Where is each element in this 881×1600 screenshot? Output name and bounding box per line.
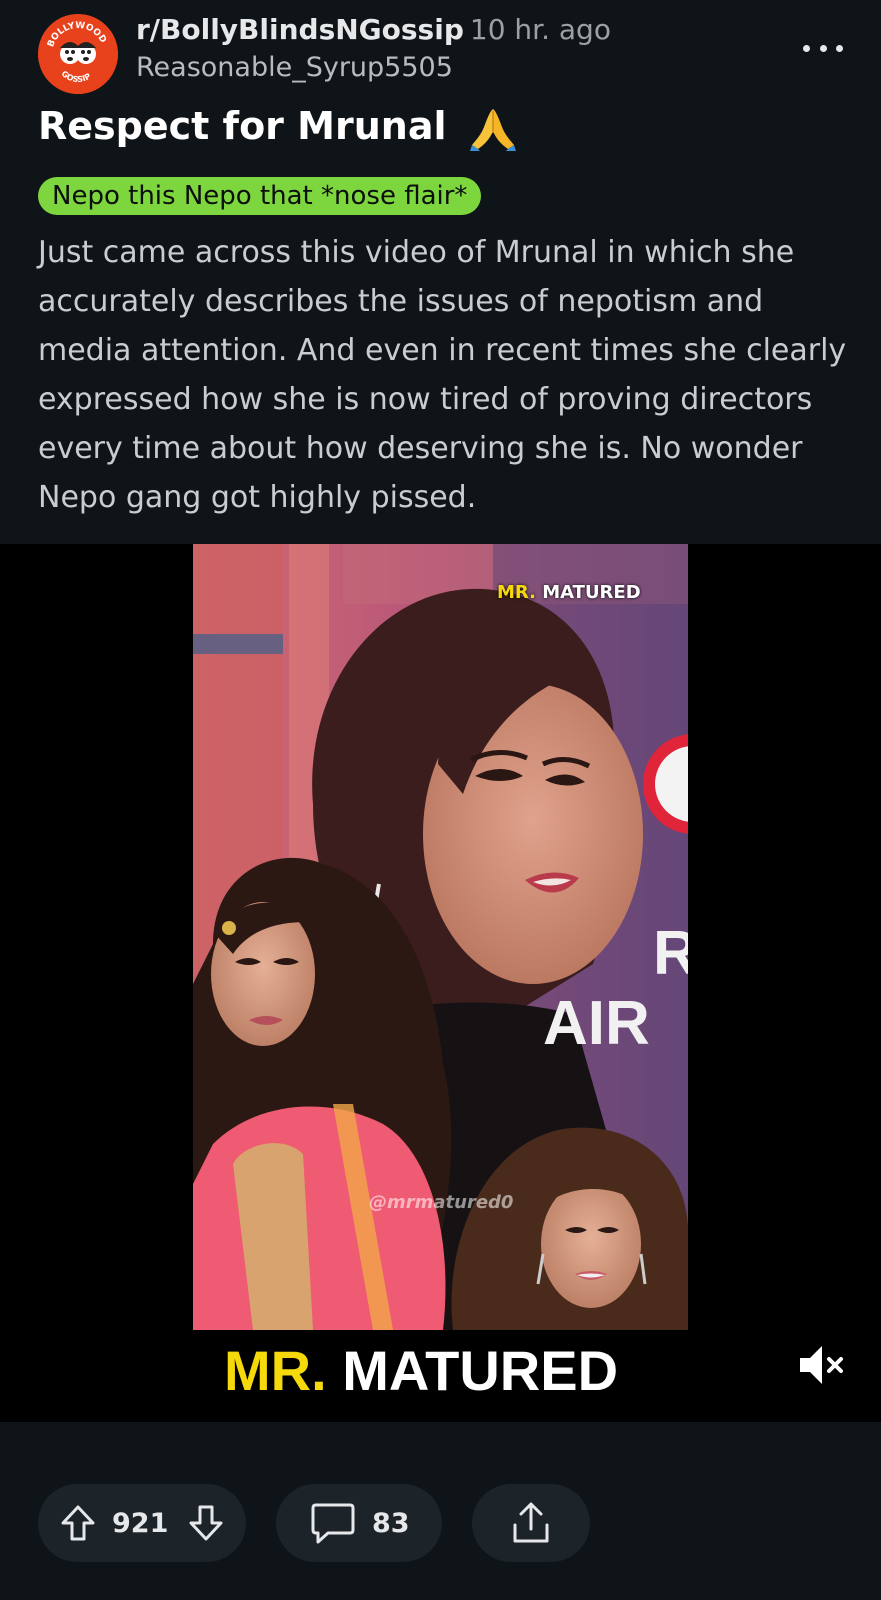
- folded-hands-icon: [469, 108, 516, 151]
- subreddit-logo-icon: BOLLYWOOD GOSSIP: [38, 14, 118, 94]
- subreddit-avatar[interactable]: BOLLYWOOD GOSSIP: [38, 14, 118, 94]
- speaker-muted-icon[interactable]: [796, 1340, 846, 1390]
- author-name[interactable]: Reasonable_Syrup5505: [136, 50, 611, 86]
- video-handle-watermark: @mrmatured0: [369, 1192, 514, 1213]
- video-frame[interactable]: R AIR MR. MATURED @mrmatured0: [193, 544, 688, 1330]
- post-meta: r/BollyBlindsNGossip 10 hr. ago Reasonabl…: [136, 12, 611, 86]
- more-options-button[interactable]: [803, 36, 843, 60]
- overlay-text-r: R: [653, 919, 688, 988]
- post-flair[interactable]: Nepo this Nepo that *nose flair*: [38, 177, 482, 215]
- comments-button[interactable]: 83: [276, 1484, 442, 1562]
- post-title-text: Respect for Mrunal: [38, 104, 447, 148]
- post-title[interactable]: Respect for Mrunal: [38, 100, 516, 152]
- subreddit-name[interactable]: r/BollyBlindsNGossip: [136, 13, 464, 46]
- video-caption: MR. MATURED: [224, 1339, 619, 1402]
- share-icon: [513, 1502, 549, 1543]
- vote-count: 921: [112, 1507, 169, 1539]
- share-button[interactable]: [472, 1484, 590, 1562]
- vote-group: 921: [38, 1484, 246, 1562]
- arrow-up-icon[interactable]: [60, 1504, 96, 1542]
- post-time: 10 hr. ago: [469, 13, 611, 46]
- post-header: BOLLYWOOD GOSSIP r/BollyBlindsNGossip 10 …: [38, 12, 843, 94]
- comment-count: 83: [372, 1507, 410, 1539]
- post-body: Just came across this video of Mrunal in…: [38, 235, 847, 515]
- speech-bubble-icon: [311, 1503, 355, 1544]
- more-dots-icon: [803, 44, 810, 52]
- video-watermark: MR. MATURED: [497, 582, 641, 603]
- post-card: BOLLYWOOD GOSSIP r/BollyBlindsNGossip 10 …: [0, 0, 881, 1600]
- overlay-text-air: AIR: [543, 989, 650, 1058]
- arrow-down-icon[interactable]: [188, 1504, 224, 1542]
- video-player[interactable]: R AIR MR. MATURED @mrmatured0 MR. MATURE…: [0, 544, 881, 1422]
